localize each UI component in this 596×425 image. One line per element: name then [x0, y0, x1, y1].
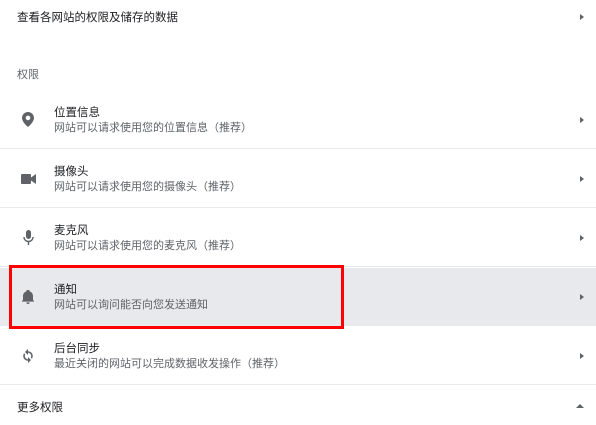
chevron-right-icon [580, 175, 584, 182]
location-pin-icon [20, 112, 36, 128]
site-data-link[interactable]: 查看各网站的权限及储存的数据 [0, 0, 596, 34]
permission-row-background-sync[interactable]: 后台同步 最近关闭的网站可以完成数据收发操作（推荐） [0, 327, 596, 385]
permission-title: 位置信息 [54, 104, 100, 119]
more-permissions-label: 更多权限 [17, 400, 63, 414]
site-data-link-label: 查看各网站的权限及储存的数据 [17, 10, 178, 24]
permission-row-notifications[interactable]: 通知 网站可以询问能否向您发送通知 [0, 268, 596, 326]
more-permissions-toggle[interactable]: 更多权限 [0, 389, 596, 425]
permission-title: 后台同步 [54, 340, 100, 355]
camera-icon [20, 171, 36, 187]
chevron-right-icon [580, 293, 584, 300]
permission-title: 通知 [54, 281, 77, 296]
permission-title: 摄像头 [54, 163, 89, 178]
permission-subtitle: 网站可以请求使用您的摄像头（推荐） [54, 179, 241, 193]
site-settings-page: 查看各网站的权限及储存的数据 权限 位置信息 网站可以请求使用您的位置信息（推荐… [0, 0, 596, 425]
chevron-right-icon [580, 116, 584, 123]
permission-row-location[interactable]: 位置信息 网站可以请求使用您的位置信息（推荐） [0, 91, 596, 149]
sync-icon [20, 348, 36, 364]
chevron-right-icon [580, 14, 584, 20]
chevron-right-icon [580, 234, 584, 241]
permissions-section-title: 权限 [17, 68, 39, 81]
chevron-right-icon [580, 352, 584, 359]
microphone-icon [20, 230, 36, 246]
permission-subtitle: 最近关闭的网站可以完成数据收发操作（推荐） [54, 356, 285, 370]
permission-subtitle: 网站可以请求使用您的位置信息（推荐） [54, 120, 252, 134]
permission-subtitle: 网站可以请求使用您的麦克风（推荐） [54, 238, 241, 252]
bell-icon [20, 289, 36, 305]
permission-row-camera[interactable]: 摄像头 网站可以请求使用您的摄像头（推荐） [0, 150, 596, 208]
permission-subtitle: 网站可以询问能否向您发送通知 [54, 297, 208, 311]
permission-title: 麦克风 [54, 222, 89, 237]
chevron-up-icon [576, 404, 584, 408]
permission-row-microphone[interactable]: 麦克风 网站可以请求使用您的麦克风（推荐） [0, 209, 596, 267]
